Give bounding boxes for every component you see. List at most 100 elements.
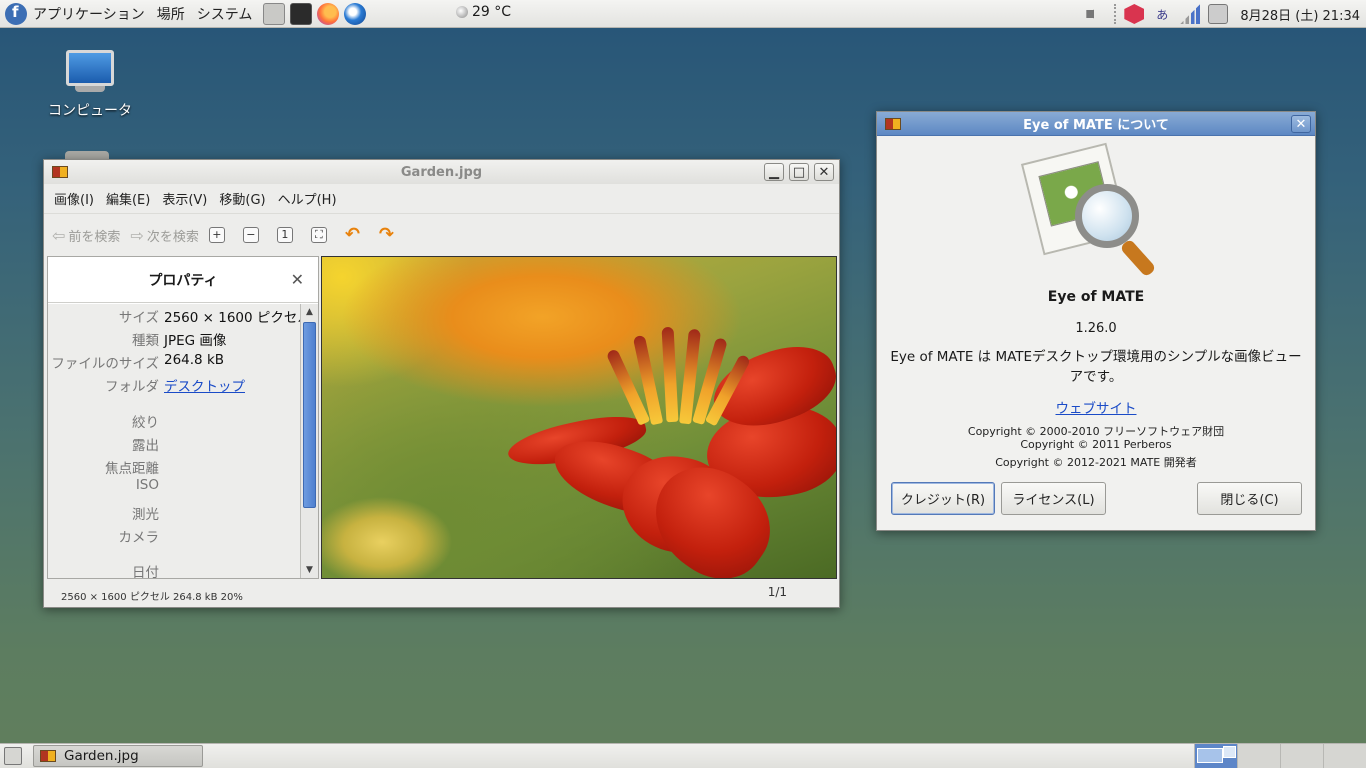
volume-icon[interactable] — [1086, 4, 1101, 24]
menu-system[interactable]: システム — [191, 4, 259, 24]
property-key: ISO — [135, 477, 159, 493]
close-button[interactable]: ✕ — [814, 163, 834, 181]
file-manager-launcher-icon[interactable] — [263, 2, 286, 25]
eye-of-mate-logo-icon — [1020, 142, 1167, 278]
update-notifier-icon[interactable] — [1208, 4, 1229, 24]
about-dialog-title: Eye of MATE について — [1023, 118, 1169, 133]
about-titlebar[interactable]: Eye of MATE について ✕ — [877, 112, 1315, 136]
credits-button[interactable]: クレジット(R) — [891, 482, 995, 515]
viewer-app-icon[interactable] — [52, 166, 68, 178]
arrow-left-icon: ⇦ — [52, 225, 66, 245]
taskbar-app-icon — [40, 750, 56, 762]
package-updater-icon[interactable] — [1124, 4, 1145, 24]
flower-stamen — [661, 326, 679, 423]
workspace-3[interactable] — [1280, 744, 1323, 768]
property-key: 露出 — [132, 438, 159, 454]
menu-image[interactable]: 画像(I) — [48, 189, 100, 208]
workspace-window-thumb — [1223, 746, 1236, 758]
clock[interactable]: 8月28日 (土) 21:34 — [1240, 5, 1360, 24]
minimize-button[interactable]: ▁ — [764, 163, 784, 181]
computer-icon-stand — [75, 86, 105, 92]
top-panel: アプリケーション 場所 システム 29 °C あ 8月28日 (土) 21:34 — [0, 0, 1366, 28]
property-value: 2560 × 1600 ピクセル — [164, 310, 300, 326]
input-method-icon[interactable]: あ — [1152, 6, 1172, 23]
property-value: JPEG 画像 — [164, 333, 227, 349]
image-display[interactable] — [321, 256, 837, 579]
menu-go[interactable]: 移動(G) — [213, 189, 271, 208]
rotate-right-icon[interactable]: ↷ — [379, 225, 399, 245]
show-desktop-icon[interactable] — [4, 747, 22, 765]
property-key: 焦点距離 — [105, 461, 159, 477]
next-image-label: 次を検索 — [146, 229, 199, 245]
about-app-name: Eye of MATE — [1047, 289, 1145, 305]
property-key: 絞り — [132, 415, 159, 431]
property-key: 日付 — [132, 565, 159, 578]
tray-separator — [1114, 4, 1117, 24]
taskbar-button-garden[interactable]: Garden.jpg — [33, 745, 203, 767]
copyright-line: Copyright © 2000-2010 フリーソフトウェア財団 — [967, 425, 1225, 438]
workspace-1[interactable] — [1194, 744, 1237, 768]
network-icon[interactable] — [1180, 4, 1201, 24]
desktop-icon-label: コンピュータ — [48, 103, 132, 119]
magnifier-lens — [1075, 184, 1139, 248]
menu-applications[interactable]: アプリケーション — [27, 4, 151, 24]
arrow-right-icon: ⇨ — [130, 225, 144, 245]
about-close-button[interactable]: ✕ — [1291, 115, 1311, 133]
workspace-4[interactable] — [1323, 744, 1366, 768]
about-app-icon[interactable] — [885, 117, 901, 130]
property-key: 種類 — [132, 333, 159, 349]
property-key: カメラ — [118, 530, 160, 546]
viewer-titlebar[interactable]: Garden.jpg ▁ □ ✕ — [44, 160, 839, 184]
viewer-statusbar: 2560 × 1600 ピクセル 264.8 kB 20% 1/1 — [44, 579, 839, 607]
menu-places[interactable]: 場所 — [151, 4, 191, 24]
zoom-normal-icon[interactable]: 1 — [276, 227, 293, 243]
property-key: ファイルのサイズ — [51, 356, 159, 372]
dialog-close-button[interactable]: 閉じる(C) — [1197, 482, 1302, 515]
firefox-launcher-icon[interactable] — [317, 2, 340, 25]
workspace-window-thumb — [1197, 748, 1223, 763]
zoom-out-icon[interactable]: − — [242, 227, 259, 243]
image-viewer-window: Garden.jpg ▁ □ ✕ 画像(I) 編集(E) 表示(V) 移動(G)… — [43, 159, 840, 608]
sidebar-title: プロパティ — [148, 272, 218, 289]
magnifier-handle — [1119, 238, 1157, 278]
fedora-logo-icon[interactable] — [5, 2, 27, 25]
taskbar-button-label: Garden.jpg — [64, 748, 139, 764]
website-link[interactable]: ウェブサイト — [877, 397, 1315, 417]
sidebar-scrollbar[interactable]: ▲ ▼ — [300, 304, 318, 578]
zoom-fit-icon[interactable]: ⛶ — [310, 227, 327, 243]
scroll-up-icon[interactable]: ▲ — [301, 304, 318, 320]
image-position-status: 1/1 — [767, 585, 787, 599]
previous-image-label: 前を検索 — [68, 229, 121, 245]
viewer-menubar: 画像(I) 編集(E) 表示(V) 移動(G) ヘルプ(H) — [44, 184, 839, 214]
about-dialog: Eye of MATE について ✕ Eye of MATE 1.26.0 Ey… — [876, 111, 1316, 531]
properties-list: サイズ 2560 × 1600 ピクセル 種類 JPEG 画像 ファイルのサイズ… — [48, 304, 300, 578]
property-key: フォルダ — [105, 379, 159, 395]
scrollbar-thumb[interactable] — [303, 322, 316, 508]
workspace-switcher — [1194, 744, 1366, 768]
desktop-icon-computer[interactable]: コンピュータ — [48, 50, 132, 120]
copyright-line: Copyright © 2012-2021 MATE 開発者 — [995, 456, 1197, 469]
menu-view[interactable]: 表示(V) — [156, 189, 213, 208]
bottom-panel: Garden.jpg — [0, 743, 1366, 768]
zoom-in-icon[interactable]: + — [208, 227, 225, 243]
workspace-2[interactable] — [1237, 744, 1280, 768]
weather-applet[interactable]: 29 °C — [456, 4, 511, 20]
computer-icon — [66, 50, 114, 86]
property-key: サイズ — [118, 310, 159, 326]
previous-image-button[interactable]: ⇦ 前を検索 — [52, 226, 120, 245]
maximize-button[interactable]: □ — [789, 163, 809, 181]
license-button[interactable]: ライセンス(L) — [1001, 482, 1106, 515]
scroll-down-icon[interactable]: ▼ — [301, 562, 318, 578]
terminal-launcher-icon[interactable] — [290, 2, 313, 25]
folder-link[interactable]: デスクトップ — [164, 375, 245, 395]
thunderbird-launcher-icon[interactable] — [344, 2, 367, 25]
menu-edit[interactable]: 編集(E) — [100, 189, 156, 208]
property-key: 測光 — [132, 507, 159, 523]
copyright-line: Copyright © 2011 Perberos — [1020, 438, 1172, 451]
rotate-left-icon[interactable]: ↶ — [345, 225, 365, 245]
next-image-button[interactable]: ⇨ 次を検索 — [130, 226, 198, 245]
sidebar-close-icon[interactable]: ✕ — [291, 270, 304, 289]
property-value: 264.8 kB — [164, 352, 225, 368]
viewer-toolbar: ⇦ 前を検索 ⇨ 次を検索 + − 1 ⛶ ↶ ↷ — [44, 214, 839, 256]
menu-help[interactable]: ヘルプ(H) — [272, 189, 343, 208]
